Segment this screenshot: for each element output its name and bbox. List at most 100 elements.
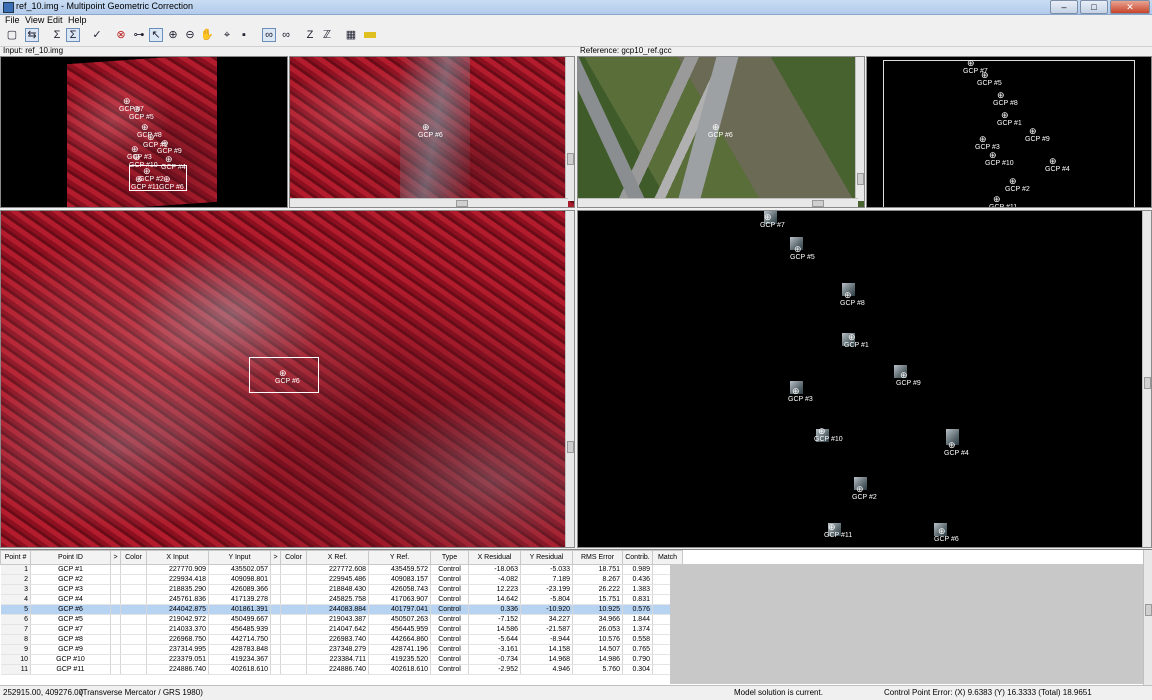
zz-icon[interactable]: ℤ <box>320 28 334 42</box>
gcp-marker[interactable]: GCP #5 <box>790 245 815 261</box>
vertical-scrollbar[interactable] <box>855 57 864 201</box>
maximize-button[interactable]: □ <box>1080 0 1108 14</box>
table-row[interactable]: 11 GCP #11 224886.740 402618.610 224886.740 4… <box>0 664 683 675</box>
column-header[interactable]: Y Ref. <box>368 550 431 565</box>
lock-icon[interactable]: ▪ <box>237 28 251 42</box>
menu-file[interactable]: File <box>5 15 20 25</box>
vertical-scrollbar[interactable] <box>565 57 574 201</box>
gcp-marker[interactable]: GCP #9 <box>157 139 182 155</box>
table-row[interactable]: 2 GCP #2 229934.418 409098.801 229945.486 409… <box>0 574 683 585</box>
gcp-marker[interactable]: GCP #11 <box>989 195 1017 207</box>
menu-help[interactable]: Help <box>68 15 87 25</box>
vertical-scrollbar[interactable] <box>565 211 574 547</box>
gcp-marker[interactable]: GCP #6 <box>275 369 300 385</box>
select-arrow-icon[interactable]: ↖ <box>149 28 163 42</box>
check-icon[interactable]: ✓ <box>90 28 104 42</box>
gcp-marker[interactable]: GCP #8 <box>840 291 865 307</box>
column-header[interactable]: Color <box>120 550 147 565</box>
gcp-marker[interactable]: GCP #10 <box>814 427 843 443</box>
new-icon[interactable]: ▢ <box>5 28 19 42</box>
gcp-marker[interactable]: GCP #9 <box>896 371 921 387</box>
table-row[interactable]: 9 GCP #9 237314.995 428783.848 237348.279 428… <box>0 644 683 655</box>
z-icon[interactable]: Z <box>303 28 317 42</box>
sigma-icon[interactable]: Σ <box>50 28 64 42</box>
input-overview-pane[interactable]: GCP #7 GCP #5 GCP #8 GCP #1 GCP #3 GCP #… <box>0 56 288 208</box>
gcp-marker[interactable]: GCP #3 <box>788 387 813 403</box>
column-header[interactable]: Y Residual <box>520 550 573 565</box>
column-header[interactable]: Match <box>652 550 683 565</box>
reference-zoom-pane[interactable]: GCP #6 <box>577 56 865 208</box>
column-header[interactable]: Type <box>430 550 469 565</box>
column-header[interactable]: > <box>270 550 281 565</box>
table-vertical-scrollbar[interactable] <box>1143 550 1152 685</box>
gcp-marker[interactable]: GCP #2 <box>852 485 877 501</box>
table-row[interactable]: 8 GCP #8 226968.750 442714.750 226983.740 442… <box>0 634 683 645</box>
horizontal-scrollbar[interactable] <box>578 198 858 207</box>
sync-icon[interactable]: ⇆ <box>25 28 39 42</box>
gcp-marker[interactable]: GCP #1 <box>844 333 869 349</box>
table-row[interactable]: 5 GCP #6 244042.875 401861.391 244083.884 401… <box>0 604 683 615</box>
table-cell: Control <box>430 664 469 675</box>
gcp-marker[interactable]: GCP #3 <box>975 135 1000 151</box>
column-header[interactable]: X Input <box>146 550 209 565</box>
gcp-marker[interactable]: GCP #1 <box>997 111 1022 127</box>
column-header[interactable]: Y Input <box>208 550 271 565</box>
gcp-marker[interactable]: GCP #6 <box>934 527 959 543</box>
input-main-pane[interactable]: GCP #6 <box>0 210 575 548</box>
gcp-marker[interactable]: GCP #6 <box>159 175 184 191</box>
gcp-marker[interactable]: GCP #2 <box>1005 177 1030 193</box>
table-cell: 401797.041 <box>368 604 431 615</box>
gcp-marker[interactable]: GCP #4 <box>1045 157 1070 173</box>
gcp-marker[interactable]: GCP #5 <box>977 71 1002 87</box>
column-header[interactable]: RMS Error <box>572 550 623 565</box>
gcp-marker[interactable]: GCP #8 <box>993 91 1018 107</box>
reference-overview-pane[interactable]: GCP #7 GCP #5 GCP #8 GCP #1 GCP #3 GCP #… <box>866 56 1152 208</box>
vertical-scrollbar[interactable] <box>1142 211 1151 547</box>
target-icon[interactable]: ⊗ <box>114 28 128 42</box>
table-row[interactable]: 10 GCP #10 223379.051 419234.367 223384.711 4… <box>0 654 683 665</box>
column-header[interactable]: X Ref. <box>306 550 369 565</box>
menu-view[interactable]: View <box>25 15 44 25</box>
table-row[interactable]: 4 GCP #4 245761.836 417139.278 245825.758 417… <box>0 594 683 605</box>
column-header[interactable]: Color <box>280 550 307 565</box>
gcp-marker[interactable]: GCP #10 <box>985 151 1014 167</box>
ruler-icon[interactable] <box>364 32 376 38</box>
column-header[interactable]: X Residual <box>468 550 521 565</box>
crosshair-icon[interactable]: ⌖ <box>220 28 234 42</box>
status-bar: 252915.00, 409276.00 (Transverse Mercato… <box>0 685 1152 700</box>
gcp-marker[interactable]: GCP #9 <box>1025 127 1050 143</box>
horizontal-scrollbar[interactable] <box>290 198 568 207</box>
gcp-marker[interactable]: GCP #6 <box>708 123 733 139</box>
link-icon[interactable]: ⊶ <box>132 28 146 42</box>
table-cell: Control <box>430 574 469 585</box>
column-header[interactable]: > <box>110 550 121 565</box>
binoculars-icon[interactable]: ∞ <box>262 28 276 42</box>
table-row[interactable]: 1 GCP #1 227770.909 435502.057 227772.608 435… <box>0 564 683 575</box>
gcp-marker[interactable]: GCP #11 <box>131 175 159 191</box>
gcp-marker[interactable]: GCP #7 <box>760 213 785 229</box>
sigma-list-icon[interactable]: Σ <box>66 28 80 42</box>
column-header[interactable]: Point ID <box>30 550 111 565</box>
zoom-in-icon[interactable]: ⊕ <box>166 28 180 42</box>
grid-icon[interactable]: ▦ <box>344 28 358 42</box>
column-header[interactable]: Contrib. <box>622 550 653 565</box>
table-row[interactable]: 3 GCP #3 218835.290 426089.366 218848.430 426… <box>0 584 683 595</box>
gcp-marker[interactable]: GCP #5 <box>129 105 154 121</box>
reference-main-pane[interactable]: GCP #7 GCP #5 GCP #8 GCP #1 GCP #9 GCP #… <box>577 210 1152 548</box>
zoom-out-icon[interactable]: ⊖ <box>183 28 197 42</box>
column-header[interactable]: Point # <box>0 550 31 565</box>
gcp-marker[interactable]: GCP #6 <box>418 123 443 139</box>
gcp-marker[interactable]: GCP #4 <box>161 155 186 171</box>
table-cell: Control <box>430 624 469 635</box>
menu-edit[interactable]: Edit <box>47 15 63 25</box>
pan-hand-icon[interactable]: ✋ <box>200 28 214 42</box>
gcp-table[interactable]: Point # Point ID > Color X Input Y Input > Colo… <box>0 549 1152 685</box>
table-row[interactable]: 6 GCP #5 219042.972 450499.667 219043.387 450… <box>0 614 683 625</box>
gcp-marker[interactable]: GCP #11 <box>824 523 852 539</box>
gcp-marker[interactable]: GCP #4 <box>944 441 969 457</box>
minimize-button[interactable]: – <box>1050 0 1078 14</box>
close-button[interactable]: ✕ <box>1110 0 1150 14</box>
binoculars-2-icon[interactable]: ∞ <box>279 28 293 42</box>
input-zoom-pane[interactable]: GCP #6 <box>289 56 575 208</box>
table-row[interactable]: 7 GCP #7 214033.370 456485.939 214047.642 456… <box>0 624 683 635</box>
